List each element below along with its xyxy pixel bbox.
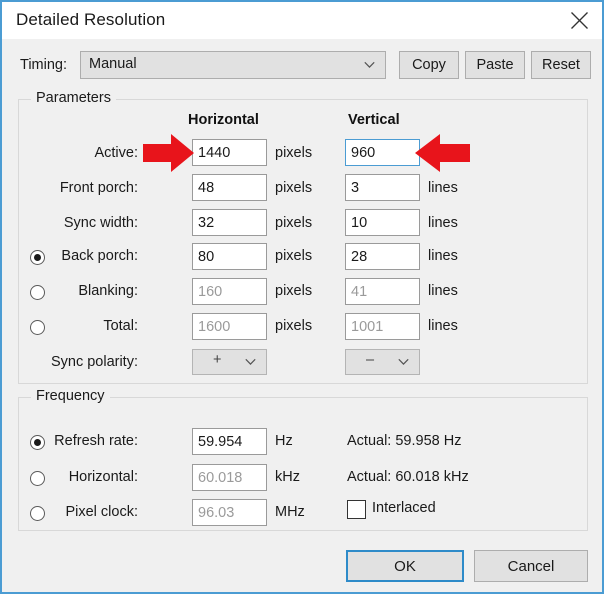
detailed-resolution-dialog: Detailed Resolution Timing: Manual Copy … bbox=[0, 0, 604, 594]
total-horizontal-unit: pixels bbox=[275, 318, 313, 334]
freq-label-horizontal: Horizontal: bbox=[68, 469, 138, 485]
sync-polarity-vertical-dropdown[interactable]: – bbox=[345, 349, 420, 375]
back-porch-vertical-field[interactable]: 28 bbox=[345, 243, 420, 270]
horizontal-frequency-actual: Actual: 60.018 kHz bbox=[347, 469, 469, 485]
freq-label-refresh-rate: Refresh rate: bbox=[54, 433, 138, 449]
paste-button[interactable]: Paste bbox=[465, 51, 525, 79]
sync-width-horizontal-field[interactable]: 32 bbox=[192, 209, 267, 236]
param-label-sync-width: Sync width: bbox=[63, 215, 138, 231]
copy-button[interactable]: Copy bbox=[399, 51, 459, 79]
reset-button[interactable]: Reset bbox=[531, 51, 591, 79]
blanking-vertical-field[interactable]: 41 bbox=[345, 278, 420, 305]
parameters-group: Parameters bbox=[18, 90, 588, 384]
pixel-clock-unit: MHz bbox=[275, 504, 305, 520]
front-porch-vertical-unit: lines bbox=[428, 180, 458, 196]
param-label-active: Active: bbox=[94, 145, 138, 161]
pixel-clock-field[interactable]: 96.03 bbox=[192, 499, 267, 526]
close-button[interactable] bbox=[556, 2, 602, 39]
timing-selected-value: Manual bbox=[89, 56, 137, 72]
chevron-down-icon bbox=[364, 61, 375, 68]
interlaced-label: Interlaced bbox=[372, 500, 436, 516]
active-vertical-field[interactable]: 960 bbox=[345, 139, 420, 166]
ok-button[interactable]: OK bbox=[346, 550, 464, 582]
param-label-front-porch: Front porch: bbox=[59, 180, 138, 196]
blanking-vertical-unit: lines bbox=[428, 283, 458, 299]
sync-width-horizontal-unit: pixels bbox=[275, 215, 313, 231]
window-title: Detailed Resolution bbox=[16, 10, 166, 29]
back-porch-horizontal-unit: pixels bbox=[275, 248, 313, 264]
annotation-arrow-pointing-left bbox=[415, 134, 470, 172]
cancel-button[interactable]: Cancel bbox=[474, 550, 588, 582]
sync-width-vertical-unit: lines bbox=[428, 215, 458, 231]
refresh-rate-actual: Actual: 59.958 Hz bbox=[347, 433, 462, 449]
total-vertical-field[interactable]: 1001 bbox=[345, 313, 420, 340]
frequency-group-title: Frequency bbox=[31, 388, 110, 404]
close-icon bbox=[570, 12, 588, 29]
back-porch-vertical-unit: lines bbox=[428, 248, 458, 264]
total-horizontal-field[interactable]: 1600 bbox=[192, 313, 267, 340]
param-label-back-porch: Back porch: bbox=[61, 248, 138, 264]
active-horizontal-field[interactable]: 1440 bbox=[192, 139, 267, 166]
blanking-horizontal-field[interactable]: 160 bbox=[192, 278, 267, 305]
sync-width-vertical-field[interactable]: 10 bbox=[345, 209, 420, 236]
timing-label: Timing: bbox=[20, 57, 67, 73]
front-porch-horizontal-field[interactable]: 48 bbox=[192, 174, 267, 201]
interlaced-checkbox[interactable] bbox=[347, 500, 366, 519]
column-header-vertical: Vertical bbox=[348, 112, 400, 128]
annotation-arrow-pointing-right bbox=[143, 134, 194, 172]
front-porch-horizontal-unit: pixels bbox=[275, 180, 313, 196]
horizontal-frequency-unit: kHz bbox=[275, 469, 300, 485]
horizontal-frequency-field[interactable]: 60.018 bbox=[192, 464, 267, 491]
refresh-rate-field[interactable]: 59.954 bbox=[192, 428, 267, 455]
param-label-total: Total: bbox=[103, 318, 138, 334]
chevron-down-icon bbox=[245, 358, 256, 365]
parameters-group-title: Parameters bbox=[31, 90, 116, 106]
param-label-blanking: Blanking: bbox=[78, 283, 138, 299]
timing-dropdown[interactable]: Manual bbox=[80, 51, 386, 79]
sync-polarity-horizontal-value: + bbox=[213, 352, 222, 368]
blanking-horizontal-unit: pixels bbox=[275, 283, 313, 299]
sync-polarity-vertical-value: – bbox=[366, 352, 375, 368]
total-vertical-unit: lines bbox=[428, 318, 458, 334]
refresh-rate-unit: Hz bbox=[275, 433, 293, 449]
sync-polarity-label: Sync polarity: bbox=[50, 354, 138, 370]
title-bar: Detailed Resolution bbox=[2, 2, 602, 39]
sync-polarity-horizontal-dropdown[interactable]: + bbox=[192, 349, 267, 375]
active-horizontal-unit: pixels bbox=[275, 145, 313, 161]
chevron-down-icon bbox=[398, 358, 409, 365]
column-header-horizontal: Horizontal bbox=[188, 112, 259, 128]
front-porch-vertical-field[interactable]: 3 bbox=[345, 174, 420, 201]
back-porch-horizontal-field[interactable]: 80 bbox=[192, 243, 267, 270]
freq-label-pixel-clock: Pixel clock: bbox=[65, 504, 138, 520]
